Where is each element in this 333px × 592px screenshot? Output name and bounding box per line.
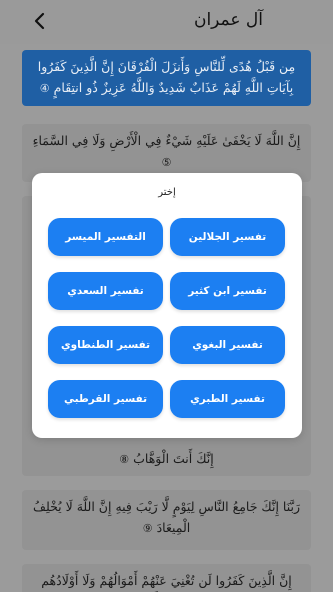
option-baghawi-button[interactable]: تفسير البغوي: [170, 326, 285, 364]
option-jalalayn-button[interactable]: تفسير الجلالين: [170, 218, 285, 256]
tafsir-picker-dialog: إختر تفسير الجلالين التفسير الميسر تفسير…: [32, 173, 302, 438]
dialog-title: إختر: [158, 187, 176, 198]
modal-scrim[interactable]: إختر تفسير الجلالين التفسير الميسر تفسير…: [0, 0, 333, 592]
option-qurtubi-button[interactable]: تفسير القرطبي: [48, 380, 163, 418]
option-tabari-button[interactable]: تفسير الطبري: [170, 380, 285, 418]
option-ibn-kathir-button[interactable]: تفسير ابن كثير: [170, 272, 285, 310]
option-saadi-button[interactable]: تفسير السعدي: [48, 272, 163, 310]
option-tantawi-button[interactable]: تفسير الطنطاوي: [48, 326, 163, 364]
option-muyassar-button[interactable]: التفسير الميسر: [48, 218, 163, 256]
